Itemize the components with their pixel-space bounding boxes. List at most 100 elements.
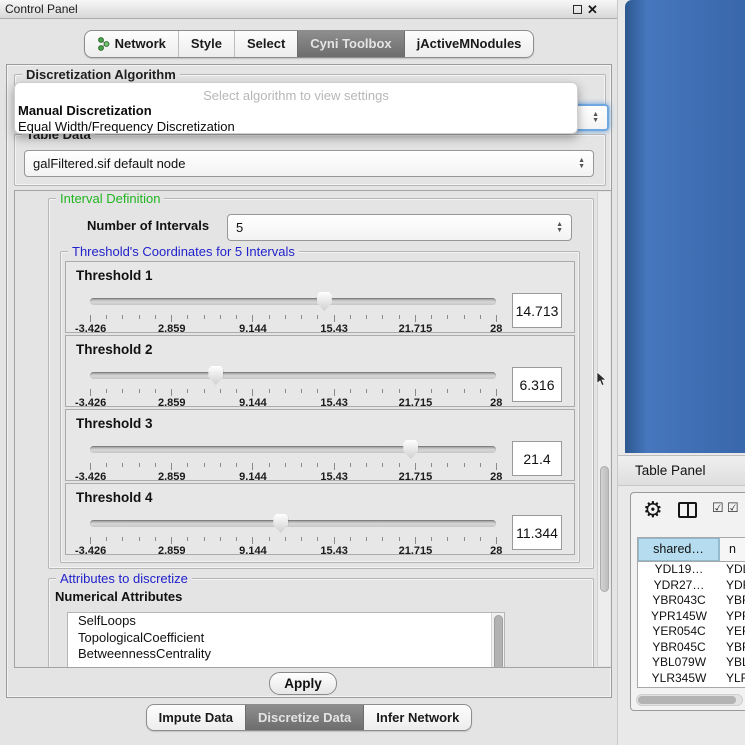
slider-ticks xyxy=(90,537,496,545)
gear-icon[interactable]: ⚙ xyxy=(643,497,663,523)
threshold-value-field[interactable]: 14.713 xyxy=(512,293,562,328)
tick-label: 15.43 xyxy=(320,545,348,557)
list-item[interactable]: BetweennessCentrality xyxy=(68,646,504,663)
threshold-value-field[interactable]: 21.4 xyxy=(512,441,562,476)
slider-track[interactable] xyxy=(90,298,496,305)
cell-shared-name: YBR045C xyxy=(638,640,720,656)
tick-label: 9.144 xyxy=(239,545,267,557)
slider-track[interactable] xyxy=(90,446,496,453)
tab-discretize-data[interactable]: Discretize Data xyxy=(245,705,363,730)
tick-label: 28 xyxy=(490,323,502,335)
tab-infer-network[interactable]: Infer Network xyxy=(363,705,471,730)
tick-label: 2.859 xyxy=(158,545,186,557)
tab-label: Impute Data xyxy=(159,705,233,730)
threshold-value-field[interactable]: 6.316 xyxy=(512,367,562,402)
cell-name: YLR3 xyxy=(720,671,745,687)
apply-button[interactable]: Apply xyxy=(269,672,337,695)
tick-label: 9.144 xyxy=(239,471,267,483)
tick-label: 21.715 xyxy=(399,471,433,483)
table-row[interactable]: YBL079WYBL0 xyxy=(638,655,745,671)
table-row[interactable]: YPR145WYPR1 xyxy=(638,609,745,625)
threshold-slider[interactable]: -3.4262.8599.14415.4321.71528 xyxy=(90,290,496,332)
cell-name: YIL0 xyxy=(720,686,745,688)
slider-tick-labels: -3.4262.8599.14415.4321.71528 xyxy=(90,323,496,335)
list-item[interactable]: SelfLoops xyxy=(68,613,504,630)
close-icon[interactable]: ✕ xyxy=(587,1,598,19)
vertical-scrollbar-thumb[interactable] xyxy=(600,466,609,592)
column-header-shared-name[interactable]: shared… xyxy=(638,538,720,561)
group-title: Attributes to discretize xyxy=(56,571,192,586)
slider-track[interactable] xyxy=(90,520,496,527)
slider-ticks xyxy=(90,315,496,323)
interval-definition-group: Interval Definition Number of Intervals … xyxy=(48,198,594,569)
column-header-name[interactable]: n xyxy=(720,538,745,561)
table-row[interactable]: YDR27…YDR2 xyxy=(638,578,745,594)
threshold-value-field[interactable]: 11.344 xyxy=(512,515,562,550)
tab-cyni-toolbox[interactable]: Cyni Toolbox xyxy=(297,31,403,57)
list-scrollbar-thumb[interactable] xyxy=(494,615,503,668)
checkbox-checked-icon[interactable]: ☑ xyxy=(727,500,739,516)
group-title: Threshold's Coordinates for 5 Intervals xyxy=(68,244,299,259)
vertical-scrollbar[interactable] xyxy=(597,192,610,666)
list-item[interactable]: TopologicalCoefficient xyxy=(68,630,504,647)
tab-select[interactable]: Select xyxy=(234,31,297,57)
num-intervals-value: 5 xyxy=(236,220,243,235)
split-columns-icon[interactable] xyxy=(678,502,697,518)
table-row[interactable]: YIL052CYIL0 xyxy=(638,686,745,688)
threshold-slider[interactable]: -3.4262.8599.14415.4321.71528 xyxy=(90,438,496,480)
threshold-label: Threshold 2 xyxy=(76,342,153,357)
node-table: shared… n YDL19…YDL1YDR27…YDR2YBR043CYBR… xyxy=(637,537,745,688)
dropdown-option-manual[interactable]: Manual Discretization xyxy=(15,103,577,119)
numerical-attributes-label: Numerical Attributes xyxy=(55,589,182,604)
tick-label: 15.43 xyxy=(320,471,348,483)
checkbox-checked-icon[interactable]: ☑ xyxy=(712,500,724,516)
network-window: GAL80GACGAL11GAL4GCY1HHAP2 xyxy=(625,0,745,453)
slider-thumb[interactable] xyxy=(403,440,418,459)
slider-track[interactable] xyxy=(90,372,496,379)
tab-network[interactable]: Network xyxy=(85,31,178,57)
cell-name: YBR0 xyxy=(720,593,745,609)
slider-ticks xyxy=(90,463,496,471)
threshold-slider[interactable]: -3.4262.8599.14415.4321.71528 xyxy=(90,364,496,406)
threshold-label: Threshold 4 xyxy=(76,490,153,505)
slider-thumb[interactable] xyxy=(317,292,332,311)
float-icon[interactable] xyxy=(573,5,582,14)
tab-jactivemnodules[interactable]: jActiveMNodules xyxy=(404,31,534,57)
tab-style[interactable]: Style xyxy=(178,31,234,57)
cell-shared-name: YBR043C xyxy=(638,593,720,609)
cell-name: YER0 xyxy=(720,624,745,640)
table-row[interactable]: YBR043CYBR0 xyxy=(638,593,745,609)
tick-label: 9.144 xyxy=(239,397,267,409)
control-panel-titlebar: Control Panel ✕ xyxy=(0,0,617,19)
cyni-toolbox-panel: Discretization Algorithm ▲▼ Select algor… xyxy=(6,64,612,698)
threshold-slider[interactable]: -3.4262.8599.14415.4321.71528 xyxy=(90,512,496,554)
tab-label: Cyni Toolbox xyxy=(310,31,391,57)
threshold-label: Threshold 3 xyxy=(76,416,153,431)
tick-label: 28 xyxy=(490,545,502,557)
cell-shared-name: YDR27… xyxy=(638,578,720,594)
num-intervals-select[interactable]: 5 ▲▼ xyxy=(227,214,572,241)
combo-arrows-icon: ▲▼ xyxy=(592,112,599,123)
dropdown-option-equal-width[interactable]: Equal Width/Frequency Discretization xyxy=(15,119,577,134)
tick-label: 2.859 xyxy=(158,323,186,335)
tick-label: -3.426 xyxy=(75,397,106,409)
node-table-header: shared… n xyxy=(638,538,745,562)
combo-arrows-icon: ▲▼ xyxy=(578,158,585,169)
table-row[interactable]: YER054CYER0 xyxy=(638,624,745,640)
horizontal-scrollbar-thumb[interactable] xyxy=(638,696,736,704)
table-data-select[interactable]: galFiltered.sif default node ▲▼ xyxy=(24,150,594,177)
slider-thumb[interactable] xyxy=(273,514,288,533)
bottom-tab-bar: Impute Data Discretize DataInfer Network xyxy=(0,704,618,731)
list-scrollbar[interactable] xyxy=(491,613,504,668)
slider-thumb[interactable] xyxy=(208,366,223,385)
table-panel-title: Table Panel xyxy=(635,463,706,478)
tab-impute-data[interactable]: Impute Data xyxy=(147,705,245,730)
horizontal-scrollbar[interactable] xyxy=(636,694,743,706)
table-row[interactable]: YLR345WYLR3 xyxy=(638,671,745,687)
numerical-attributes-list[interactable]: SelfLoopsTopologicalCoefficientBetweenne… xyxy=(67,612,505,668)
threshold-panel-2: Threshold 2 -3.4262.8599.14415.4321.71528… xyxy=(65,335,575,407)
table-row[interactable]: YDL19…YDL1 xyxy=(638,562,745,578)
cell-shared-name: YIL052C xyxy=(638,686,720,688)
table-row[interactable]: YBR045CYBR0 xyxy=(638,640,745,656)
thresholds-group: Threshold's Coordinates for 5 Intervals … xyxy=(60,251,580,563)
